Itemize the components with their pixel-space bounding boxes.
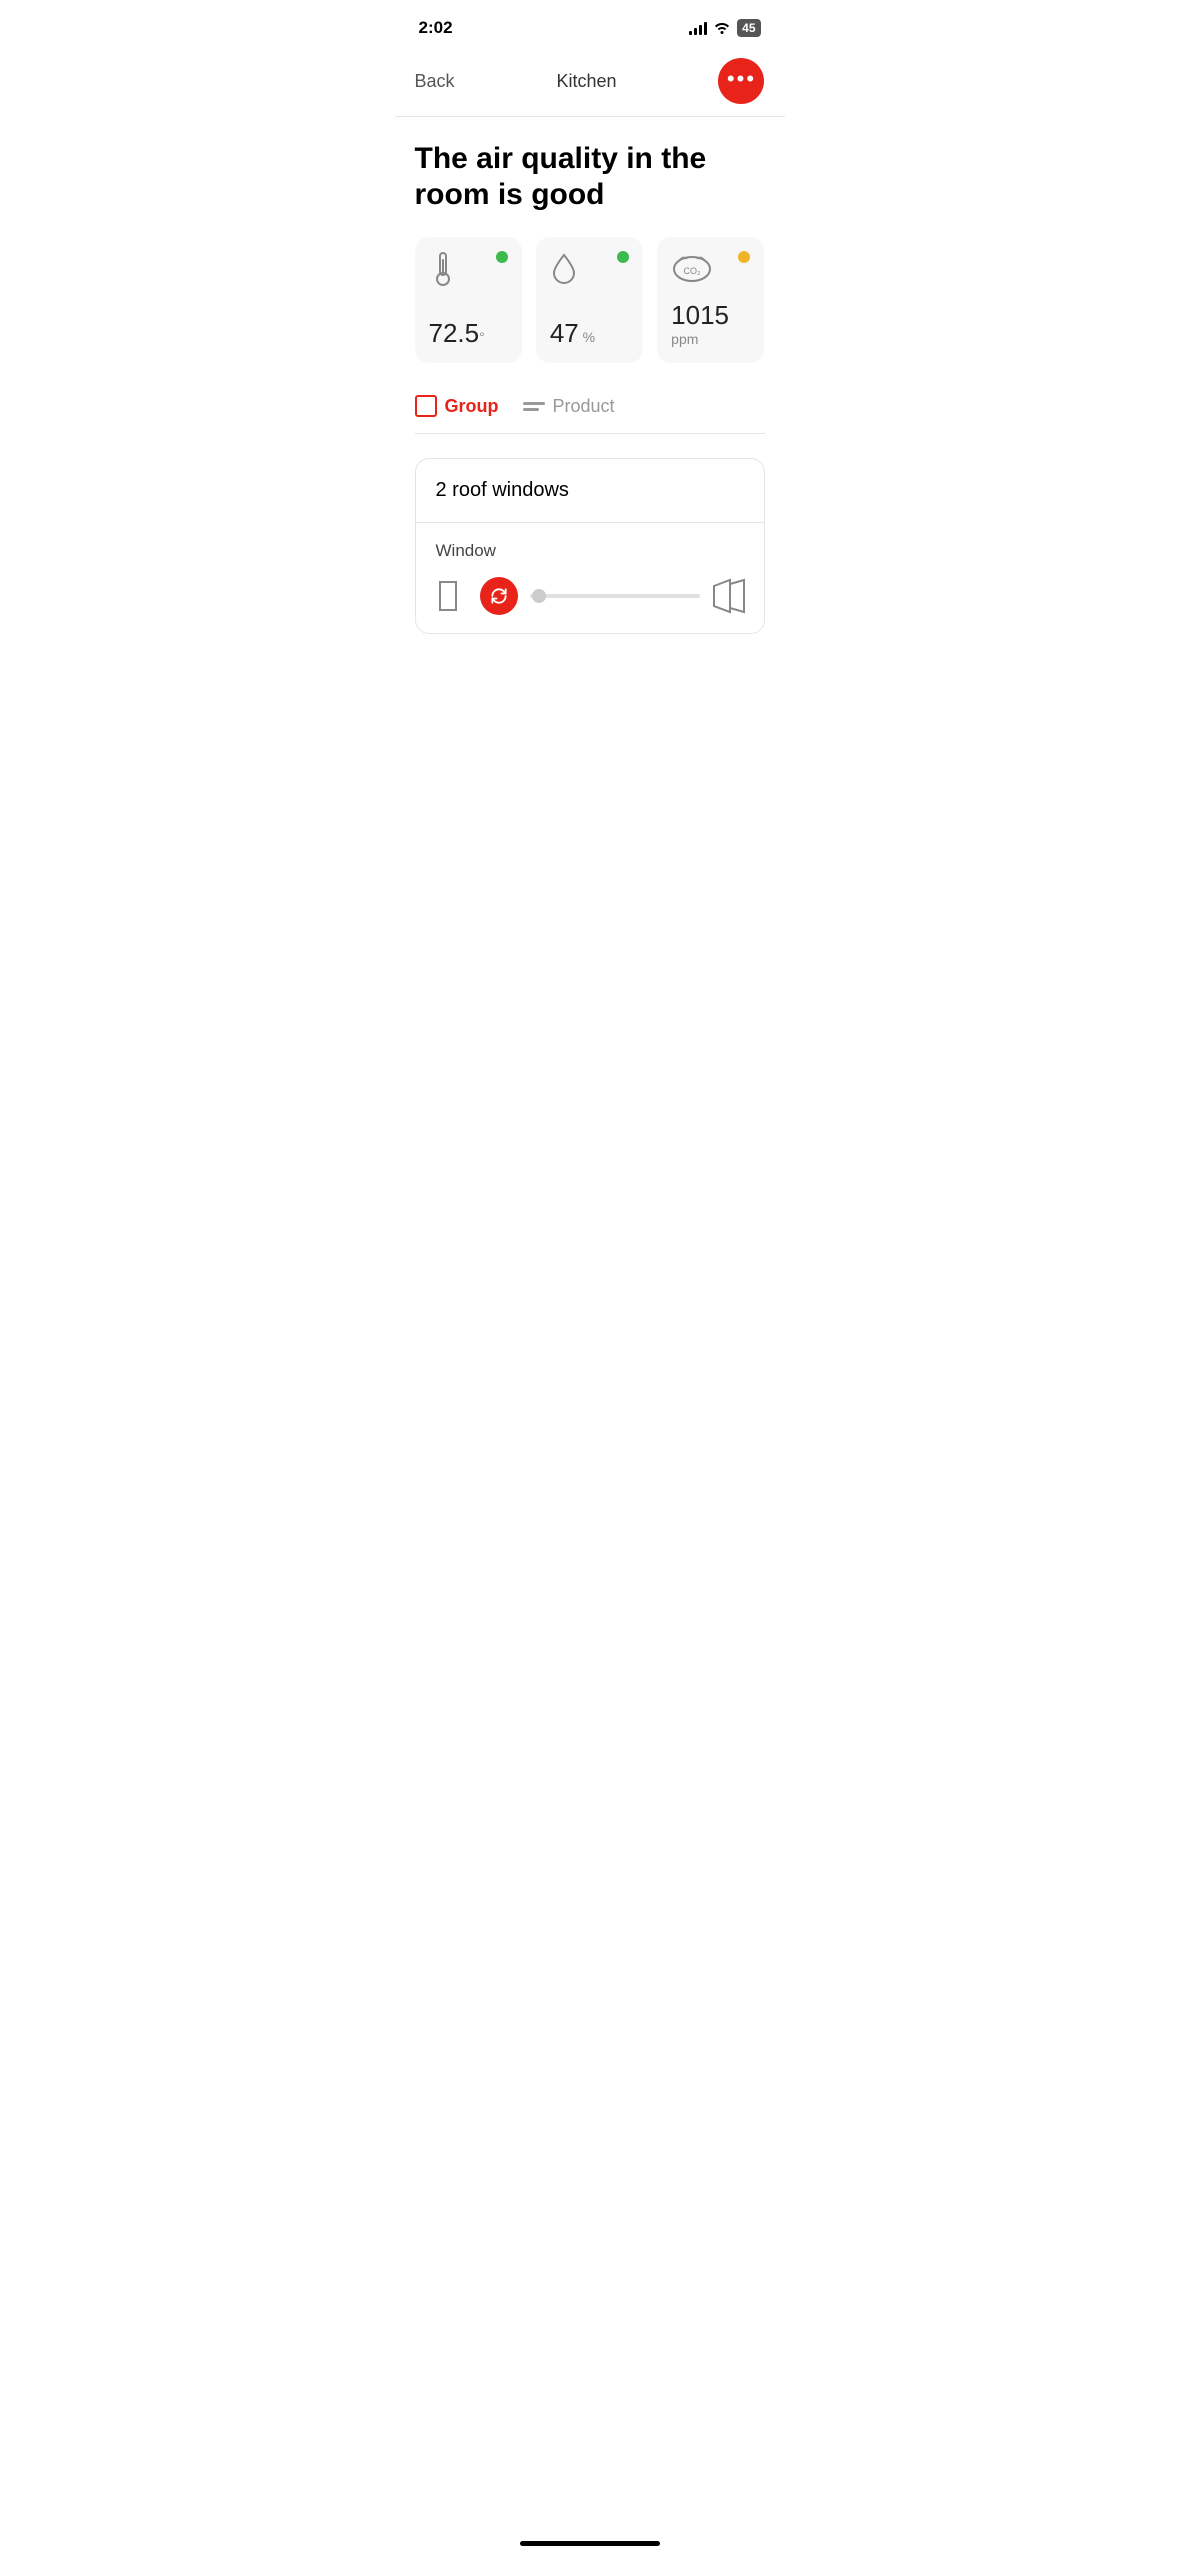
tabs: Group Product <box>415 395 765 434</box>
status-icons: 45 <box>689 19 760 37</box>
window-label: Window <box>436 541 744 561</box>
back-button[interactable]: Back <box>415 71 455 92</box>
group-icon <box>415 395 437 417</box>
wifi-icon <box>713 20 731 37</box>
signal-icon <box>689 21 707 35</box>
group-title: 2 roof windows <box>436 479 569 501</box>
window-closed-icon <box>436 578 468 614</box>
tab-product[interactable]: Product <box>523 396 615 421</box>
temperature-card: 72.5° <box>415 237 522 363</box>
window-control <box>436 577 744 615</box>
slider-thumb <box>532 589 546 603</box>
battery-icon: 45 <box>737 19 760 37</box>
tab-group[interactable]: Group <box>415 395 499 421</box>
group-header: 2 roof windows <box>416 459 764 523</box>
humidity-card: 47 % <box>536 237 643 363</box>
air-quality-title: The air quality in the room is good <box>415 141 765 213</box>
window-slider[interactable] <box>530 594 700 598</box>
tab-group-label: Group <box>445 396 499 417</box>
group-body: Window <box>416 523 764 633</box>
sensor-cards: 72.5° 47 % CO₂ <box>415 237 765 363</box>
co2-card: CO₂ 1015 ppm <box>657 237 764 363</box>
product-icon <box>523 402 545 411</box>
nav-bar: Back Kitchen ••• <box>395 50 785 117</box>
group-section: 2 roof windows Window <box>415 458 765 634</box>
main-content: The air quality in the room is good 72.5… <box>395 117 785 634</box>
refresh-button[interactable] <box>480 577 518 615</box>
window-open-icon <box>712 578 744 614</box>
svg-text:CO₂: CO₂ <box>684 266 702 276</box>
more-button[interactable]: ••• <box>718 58 764 104</box>
co2-value: 1015 ppm <box>671 300 750 349</box>
status-bar: 2:02 45 <box>395 0 785 50</box>
temperature-status-dot <box>496 251 508 263</box>
status-time: 2:02 <box>419 18 453 38</box>
temperature-value: 72.5° <box>429 318 508 349</box>
humidity-value: 47 % <box>550 318 629 349</box>
nav-title: Kitchen <box>556 71 616 92</box>
tab-product-label: Product <box>553 396 615 417</box>
home-indicator <box>520 2541 660 2546</box>
